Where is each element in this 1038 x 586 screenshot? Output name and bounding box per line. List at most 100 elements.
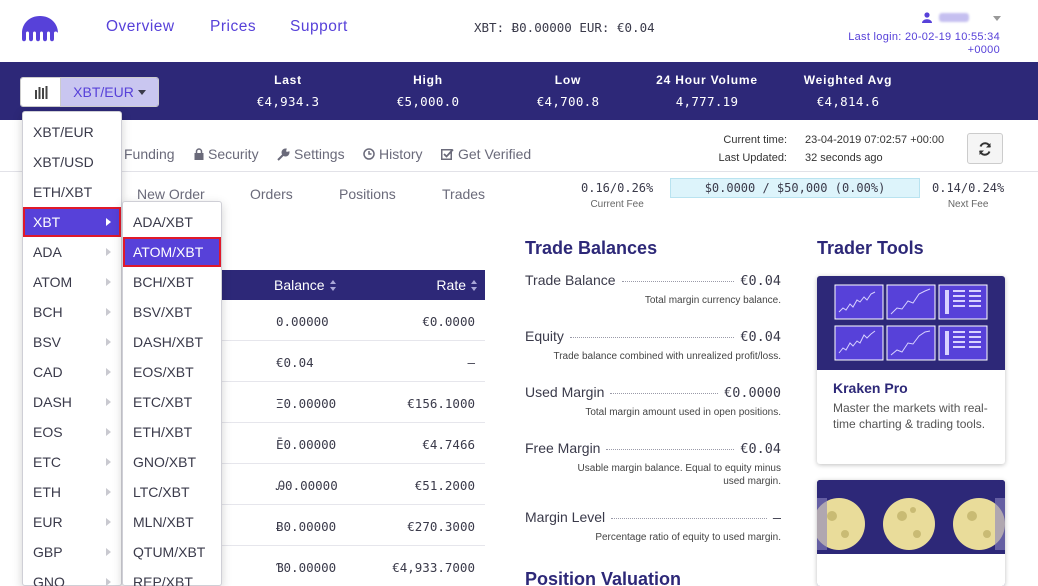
menu-label: REP/XBT bbox=[133, 574, 193, 586]
stat-label: High bbox=[413, 73, 443, 87]
margin-level-item: Margin Level — Percentage ratio of equity… bbox=[525, 509, 781, 544]
rate-column-header[interactable]: Rate bbox=[436, 277, 478, 293]
kraken-logo-icon[interactable] bbox=[20, 14, 60, 44]
dotted-leader bbox=[610, 393, 719, 394]
balance-cell: 0.00000 bbox=[276, 314, 329, 329]
menu-item-xbt-usd[interactable]: XBT/USD bbox=[23, 147, 121, 177]
trader-tools-title: Trader Tools bbox=[817, 238, 924, 258]
table-row: €0.04 — bbox=[222, 341, 485, 382]
item-value: €0.04 bbox=[740, 441, 781, 457]
menu-item-cad[interactable]: CAD bbox=[23, 357, 121, 387]
tab-positions[interactable]: Positions bbox=[339, 186, 396, 202]
last-login-text: Last login: 20-02-19 10:55:34 bbox=[848, 31, 1000, 43]
submenu-item-rep-xbt[interactable]: REP/XBT bbox=[123, 567, 221, 586]
submenu-item-etc-xbt[interactable]: ETC/XBT bbox=[123, 387, 221, 417]
rate-cell: €51.2000 bbox=[414, 478, 475, 493]
menu-label: ATOM/XBT bbox=[133, 244, 204, 260]
nav-support[interactable]: Support bbox=[290, 18, 348, 36]
chart-bars-icon[interactable] bbox=[21, 78, 61, 106]
rate-cell: €270.3000 bbox=[407, 519, 475, 534]
user-icon bbox=[922, 12, 932, 23]
tab-funding[interactable]: Funding bbox=[124, 146, 175, 162]
menu-item-eth-xbt[interactable]: ETH/XBT bbox=[23, 177, 121, 207]
submenu-item-ltc-xbt[interactable]: LTC/XBT bbox=[123, 477, 221, 507]
xbt-submenu: ADA/XBT ATOM/XBT BCH/XBT BSV/XBT DASH/XB… bbox=[122, 201, 222, 586]
balance-cell: Ē0.00000 bbox=[276, 437, 337, 452]
item-desc: Percentage ratio of equity to used margi… bbox=[595, 532, 781, 543]
tab-security[interactable]: Security bbox=[194, 146, 259, 162]
menu-item-eth[interactable]: ETH bbox=[23, 477, 121, 507]
submenu-item-eos-xbt[interactable]: EOS/XBT bbox=[123, 357, 221, 387]
pair-selector[interactable]: XBT/EUR bbox=[20, 77, 159, 107]
submenu-item-qtum-xbt[interactable]: QTUM/XBT bbox=[123, 537, 221, 567]
submenu-item-gno-xbt[interactable]: GNO/XBT bbox=[123, 447, 221, 477]
submenu-item-bch-xbt[interactable]: BCH/XBT bbox=[123, 267, 221, 297]
divider bbox=[0, 171, 1038, 172]
nav-prices[interactable]: Prices bbox=[210, 18, 256, 36]
submenu-item-ada-xbt[interactable]: ADA/XBT bbox=[123, 207, 221, 237]
menu-item-xbt-eur[interactable]: XBT/EUR bbox=[23, 117, 121, 147]
clock-icon bbox=[363, 148, 375, 160]
menu-item-ada[interactable]: ADA bbox=[23, 237, 121, 267]
submenu-item-atom-xbt[interactable]: ATOM/XBT bbox=[123, 237, 221, 267]
tab-get-verified[interactable]: Get Verified bbox=[441, 146, 531, 162]
submenu-item-eth-xbt[interactable]: ETH/XBT bbox=[123, 417, 221, 447]
tab-label: History bbox=[379, 146, 423, 162]
menu-item-dash[interactable]: DASH bbox=[23, 387, 121, 417]
moons-graphic bbox=[817, 480, 1005, 586]
current-fee: 0.16/0.26% Current Fee bbox=[581, 181, 653, 210]
menu-label: CAD bbox=[33, 364, 63, 380]
menu-label: ATOM bbox=[33, 274, 73, 290]
menu-label: ETH bbox=[33, 484, 61, 500]
item-desc: Usable margin balance. Equal to equity m… bbox=[577, 463, 781, 487]
menu-label: ETC bbox=[33, 454, 61, 470]
balance-column-header[interactable]: Balance bbox=[274, 277, 337, 293]
item-desc: Total margin currency balance. bbox=[644, 295, 781, 306]
tab-label: Get Verified bbox=[458, 146, 532, 162]
kraken-pro-card[interactable]: Kraken Pro Master the markets with real-… bbox=[817, 276, 1005, 464]
tab-trades[interactable]: Trades bbox=[442, 186, 485, 202]
stat-label: Low bbox=[554, 73, 582, 87]
balance-cell: Ξ0.00000 bbox=[276, 396, 337, 411]
menu-item-gbp[interactable]: GBP bbox=[23, 537, 121, 567]
menu-item-gno[interactable]: GNO bbox=[23, 567, 121, 586]
free-margin-item: Free Margin €0.04 Usable margin balance. … bbox=[525, 440, 781, 488]
moon-card[interactable] bbox=[817, 480, 1005, 586]
menu-item-etc[interactable]: ETC bbox=[23, 447, 121, 477]
current-fee-value: 0.16/0.26% bbox=[581, 181, 654, 195]
menu-label: BSV bbox=[33, 334, 62, 350]
menu-item-eos[interactable]: EOS bbox=[23, 417, 121, 447]
dotted-leader bbox=[621, 281, 735, 282]
caret-down-icon bbox=[137, 89, 146, 95]
dotted-leader bbox=[569, 337, 735, 338]
menu-item-bch[interactable]: BCH bbox=[23, 297, 121, 327]
column-label: Balance bbox=[274, 277, 325, 293]
sort-icon bbox=[471, 279, 478, 291]
tab-new-order[interactable]: New Order bbox=[137, 186, 205, 202]
menu-label: DASH/XBT bbox=[133, 334, 204, 350]
submenu-item-dash-xbt[interactable]: DASH/XBT bbox=[123, 327, 221, 357]
menu-item-bsv[interactable]: BSV bbox=[23, 327, 121, 357]
item-value: — bbox=[772, 510, 781, 526]
menu-item-eur[interactable]: EUR bbox=[23, 507, 121, 537]
submenu-item-mln-xbt[interactable]: MLN/XBT bbox=[123, 507, 221, 537]
current-time-label: Current time: bbox=[723, 134, 787, 146]
menu-item-atom[interactable]: ATOM bbox=[23, 267, 121, 297]
menu-label: ADA bbox=[33, 244, 62, 260]
tab-history[interactable]: History bbox=[363, 146, 423, 162]
equity-item: Equity €0.04 Trade balance combined with … bbox=[525, 328, 781, 363]
user-name-redacted bbox=[939, 13, 969, 22]
item-label: Free Margin bbox=[525, 440, 601, 456]
tab-orders[interactable]: Orders bbox=[250, 186, 293, 202]
refresh-button[interactable] bbox=[967, 133, 1003, 164]
pair-dropdown-button[interactable]: XBT/EUR bbox=[61, 78, 158, 106]
menu-label: ETH/XBT bbox=[33, 184, 93, 200]
user-menu[interactable] bbox=[920, 10, 1002, 26]
nav-overview[interactable]: Overview bbox=[106, 18, 175, 36]
tab-settings[interactable]: Settings bbox=[277, 146, 345, 162]
menu-label: EUR bbox=[33, 514, 63, 530]
menu-item-xbt[interactable]: XBT bbox=[23, 207, 121, 237]
submenu-item-bsv-xbt[interactable]: BSV/XBT bbox=[123, 297, 221, 327]
rate-cell: €0.0000 bbox=[422, 314, 475, 329]
item-desc: Trade balance combined with unrealized p… bbox=[553, 351, 781, 362]
